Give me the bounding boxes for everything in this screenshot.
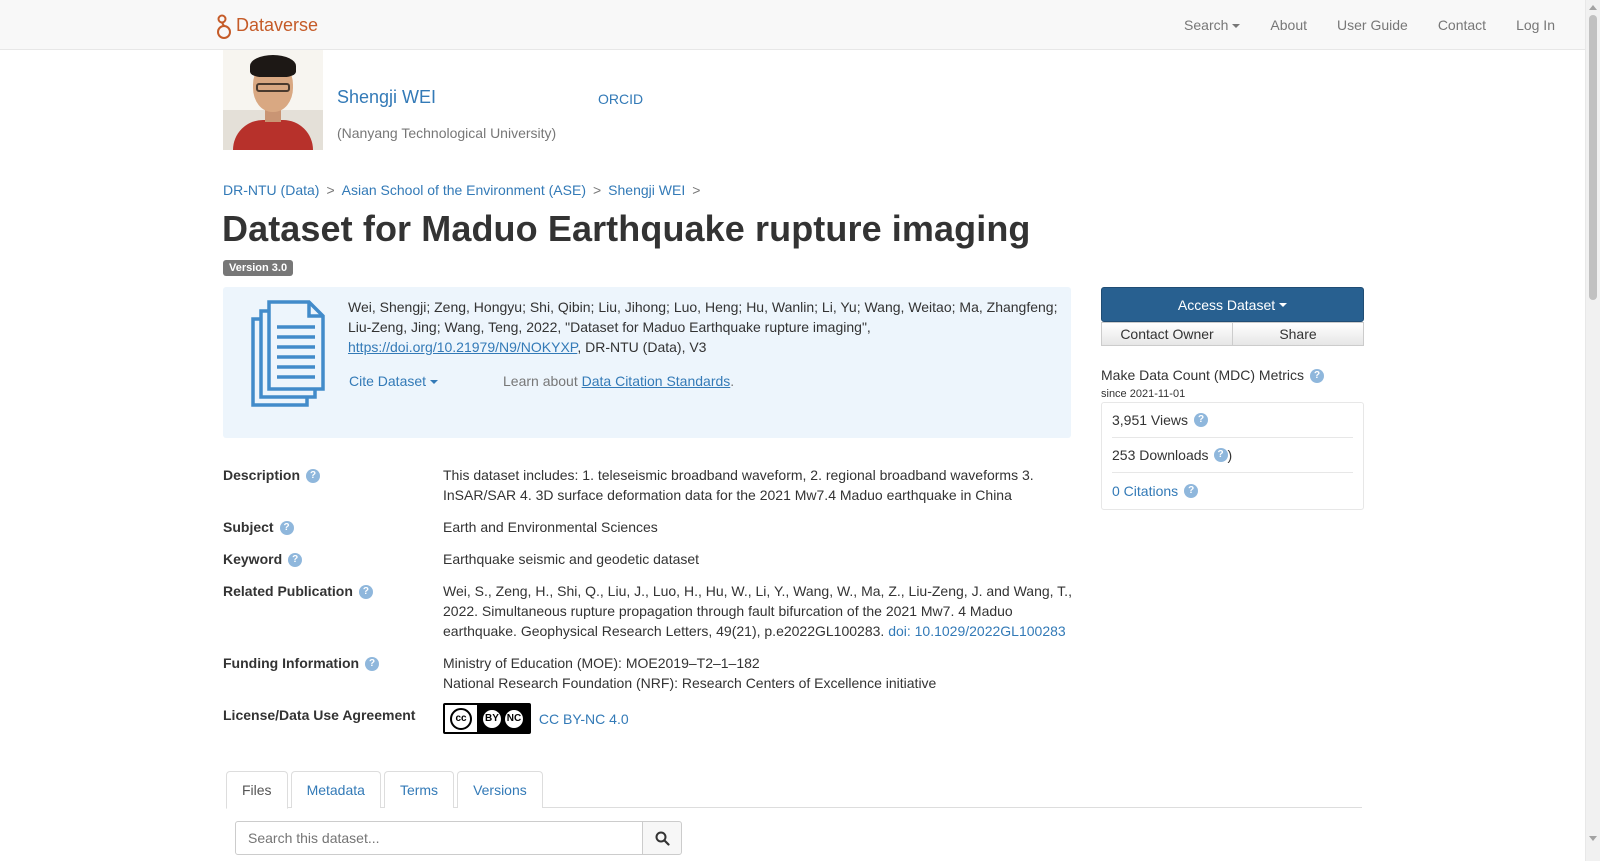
nav-about[interactable]: About — [1255, 0, 1322, 50]
tab-terms[interactable]: Terms — [383, 771, 455, 808]
description-value: This dataset includes: 1. teleseismic br… — [443, 467, 1034, 503]
help-icon[interactable]: ? — [1213, 448, 1228, 462]
breadcrumb-separator: > — [592, 182, 602, 198]
breadcrumb-item-shengji[interactable]: Shengji WEI — [608, 182, 685, 198]
mdc-metrics-label: Make Data Count (MDC) Metrics — [1101, 367, 1305, 383]
help-icon[interactable]: ? — [358, 585, 373, 600]
access-dataset-button[interactable]: Access Dataset — [1101, 287, 1364, 322]
license-label: License/Data Use Agreement — [223, 707, 416, 723]
metadata-row-description: Description? This dataset includes: 1. t… — [223, 465, 1073, 507]
metric-downloads: 253 Downloads?) — [1112, 438, 1353, 473]
nav-search-dropdown[interactable]: Search — [1169, 0, 1255, 50]
help-icon[interactable]: ? — [279, 521, 294, 536]
contact-owner-button[interactable]: Contact Owner — [1101, 322, 1233, 346]
funding-nrf: National Research Foundation (NRF): Rese… — [443, 675, 937, 691]
top-navbar: Dataverse Search About User Guide Contac… — [0, 0, 1585, 50]
cc-badge-nc: NC — [505, 709, 523, 728]
funding-moe: Ministry of Education (MOE): MOE2019–T2–… — [443, 655, 760, 671]
page-scrollbar[interactable] — [1585, 0, 1600, 861]
brand-name: Dataverse — [236, 14, 319, 35]
citation-publisher: , DR-NTU (Data), V3 — [577, 339, 707, 355]
citation-doi-link[interactable]: https://doi.org/10.21979/N9/NOKYXP — [348, 339, 577, 355]
dataverse-logo-icon — [217, 14, 231, 39]
search-icon — [655, 831, 670, 846]
funding-value: Ministry of Education (MOE): MOE2019–T2–… — [443, 653, 1073, 693]
breadcrumb-item-root[interactable]: DR-NTU (Data) — [223, 182, 319, 198]
funding-label: Funding Information? — [223, 653, 380, 673]
breadcrumb: DR-NTU (Data) > Asian School of the Envi… — [223, 182, 707, 198]
help-icon[interactable]: ? — [1194, 413, 1209, 427]
chevron-down-icon — [430, 380, 439, 385]
license-link[interactable]: CC BY-NC 4.0 — [539, 711, 629, 727]
breadcrumb-separator: > — [326, 182, 335, 198]
dataverse-name-link[interactable]: Shengji WEI — [337, 87, 436, 108]
tab-versions[interactable]: Versions — [457, 771, 543, 808]
citations-link[interactable]: 0 Citations — [1112, 483, 1178, 499]
scrollbar-thumb[interactable] — [1589, 15, 1597, 300]
keyword-value: Earthquake seismic and geodetic dataset — [443, 551, 700, 567]
scroll-down-arrow-icon[interactable] — [1589, 836, 1597, 841]
metric-views: 3,951 Views? — [1112, 403, 1353, 438]
subject-value: Earth and Environmental Sciences — [443, 519, 658, 535]
learn-about-suffix: . — [730, 373, 735, 389]
downloads-count: 253 Downloads — [1112, 447, 1209, 463]
cite-dataset-dropdown[interactable]: Cite Dataset — [349, 373, 439, 389]
chevron-down-icon — [1232, 24, 1241, 29]
tab-files[interactable]: Files — [226, 771, 288, 809]
learn-about-prefix: Learn about — [503, 373, 582, 389]
cc-badge-cc: cc — [450, 707, 472, 730]
help-icon[interactable]: ? — [288, 553, 303, 568]
citation-authors: Wei, Shengji; Zeng, Hongyu; Shi, Qibin; … — [348, 299, 1058, 335]
help-icon[interactable]: ? — [1310, 369, 1325, 384]
help-icon[interactable]: ? — [1184, 483, 1199, 498]
related-publication-label: Related Publication? — [223, 581, 373, 601]
subject-label: Subject? — [223, 517, 294, 537]
nav-links: Search About User Guide Contact Log In — [1169, 0, 1570, 50]
citation-text: Wei, Shengji; Zeng, Hongyu; Shi, Qibin; … — [348, 297, 1058, 357]
version-badge: Version 3.0 — [223, 260, 294, 276]
cc-by-nc-badge-icon: cc BY NC — [443, 703, 531, 734]
orcid-link[interactable]: ORCID — [598, 91, 643, 107]
license-value: cc BY NC CC BY-NC 4.0 — [443, 703, 1073, 734]
help-icon[interactable]: ? — [306, 469, 321, 484]
metric-citations: 0 Citations? — [1112, 473, 1353, 508]
dataset-files-icon — [251, 300, 325, 407]
chevron-down-icon — [1279, 302, 1288, 307]
dataverse-affiliation: (Nanyang Technological University) — [337, 125, 557, 141]
downloads-close: ) — [1227, 447, 1233, 463]
nav-user-guide[interactable]: User Guide — [1322, 0, 1423, 50]
dataverse-logo-photo — [223, 50, 323, 150]
keyword-label: Keyword? — [223, 549, 303, 569]
views-count: 3,951 Views — [1112, 412, 1189, 428]
tab-metadata[interactable]: Metadata — [290, 771, 381, 808]
dataset-title: Dataset for Maduo Earthquake rupture ima… — [222, 208, 1031, 249]
learn-about-text: Learn about Data Citation Standards. — [503, 373, 734, 389]
related-publication-value: Wei, S., Zeng, H., Shi, Q., Liu, J., Luo… — [443, 581, 1073, 641]
related-publication-doi-link[interactable]: doi: 10.1029/2022GL100283 — [888, 623, 1066, 639]
dataset-action-buttons: Contact Owner Share — [1101, 322, 1364, 346]
nav-login[interactable]: Log In — [1501, 0, 1570, 50]
citation-box: Wei, Shengji; Zeng, Hongyu; Shi, Qibin; … — [223, 287, 1071, 438]
metrics-panel: 3,951 Views? 253 Downloads?) 0 Citations… — [1101, 402, 1364, 510]
files-search-input[interactable] — [235, 821, 643, 855]
share-button[interactable]: Share — [1233, 322, 1364, 346]
scroll-up-arrow-icon[interactable] — [1589, 5, 1597, 10]
description-label: Description? — [223, 465, 321, 485]
help-icon[interactable]: ? — [365, 657, 380, 672]
dataset-tabs: Files Metadata Terms Versions — [226, 771, 1362, 809]
files-search-button[interactable] — [642, 821, 682, 855]
breadcrumb-separator: > — [692, 182, 701, 198]
brand-link[interactable]: Dataverse — [216, 10, 318, 40]
data-citation-standards-link[interactable]: Data Citation Standards — [582, 373, 731, 389]
mdc-metrics-title: Make Data Count (MDC) Metrics? — [1101, 367, 1325, 384]
mdc-since-date: since 2021-11-01 — [1101, 388, 1186, 400]
nav-contact[interactable]: Contact — [1423, 0, 1501, 50]
access-dataset-label: Access Dataset — [1177, 296, 1276, 313]
breadcrumb-item-ase[interactable]: Asian School of the Environment (ASE) — [342, 182, 586, 198]
nav-search-label: Search — [1184, 17, 1229, 33]
cc-badge-by: BY — [483, 709, 501, 728]
cite-dataset-label: Cite Dataset — [349, 373, 427, 389]
